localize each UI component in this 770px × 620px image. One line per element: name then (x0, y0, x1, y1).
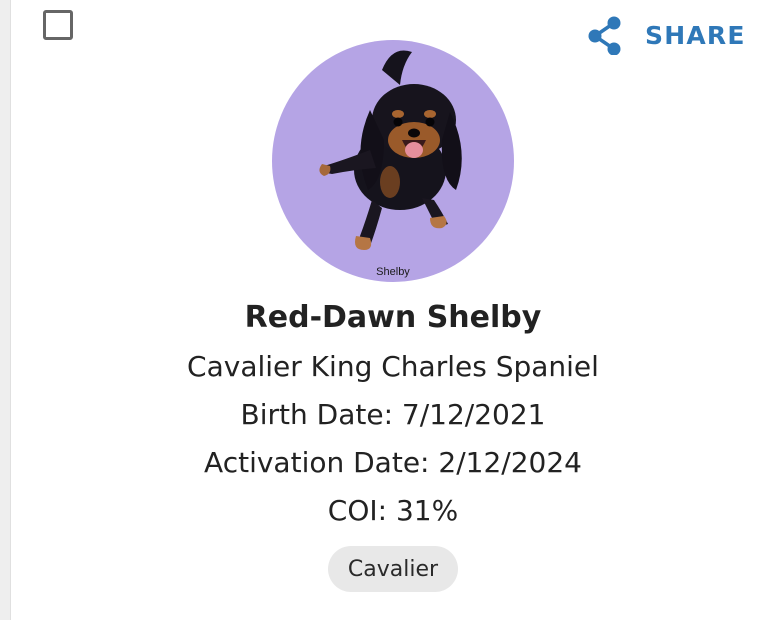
share-label: SHARE (645, 20, 746, 50)
share-icon (586, 15, 624, 56)
activation-date: Activation Date: 2/12/2024 (204, 446, 582, 479)
select-checkbox[interactable] (43, 10, 73, 40)
breed-tag-chip[interactable]: Cavalier (328, 546, 458, 592)
dog-photo (319, 50, 462, 250)
coi-value: COI: 31% (327, 494, 459, 527)
share-button[interactable]: SHARE (586, 12, 746, 58)
birth-date: Birth Date: 7/12/2021 (240, 398, 546, 431)
avatar-caption: Shelby (376, 266, 410, 278)
card-divider (0, 0, 11, 620)
dog-name: Red-Dawn Shelby (244, 300, 542, 335)
dog-breed: Cavalier King Charles Spaniel (187, 350, 599, 383)
dog-avatar: Shelby (272, 40, 514, 282)
dog-profile-card: SHARE Shelby Red-Dawn Shelby Cavalier Ki… (0, 0, 770, 620)
